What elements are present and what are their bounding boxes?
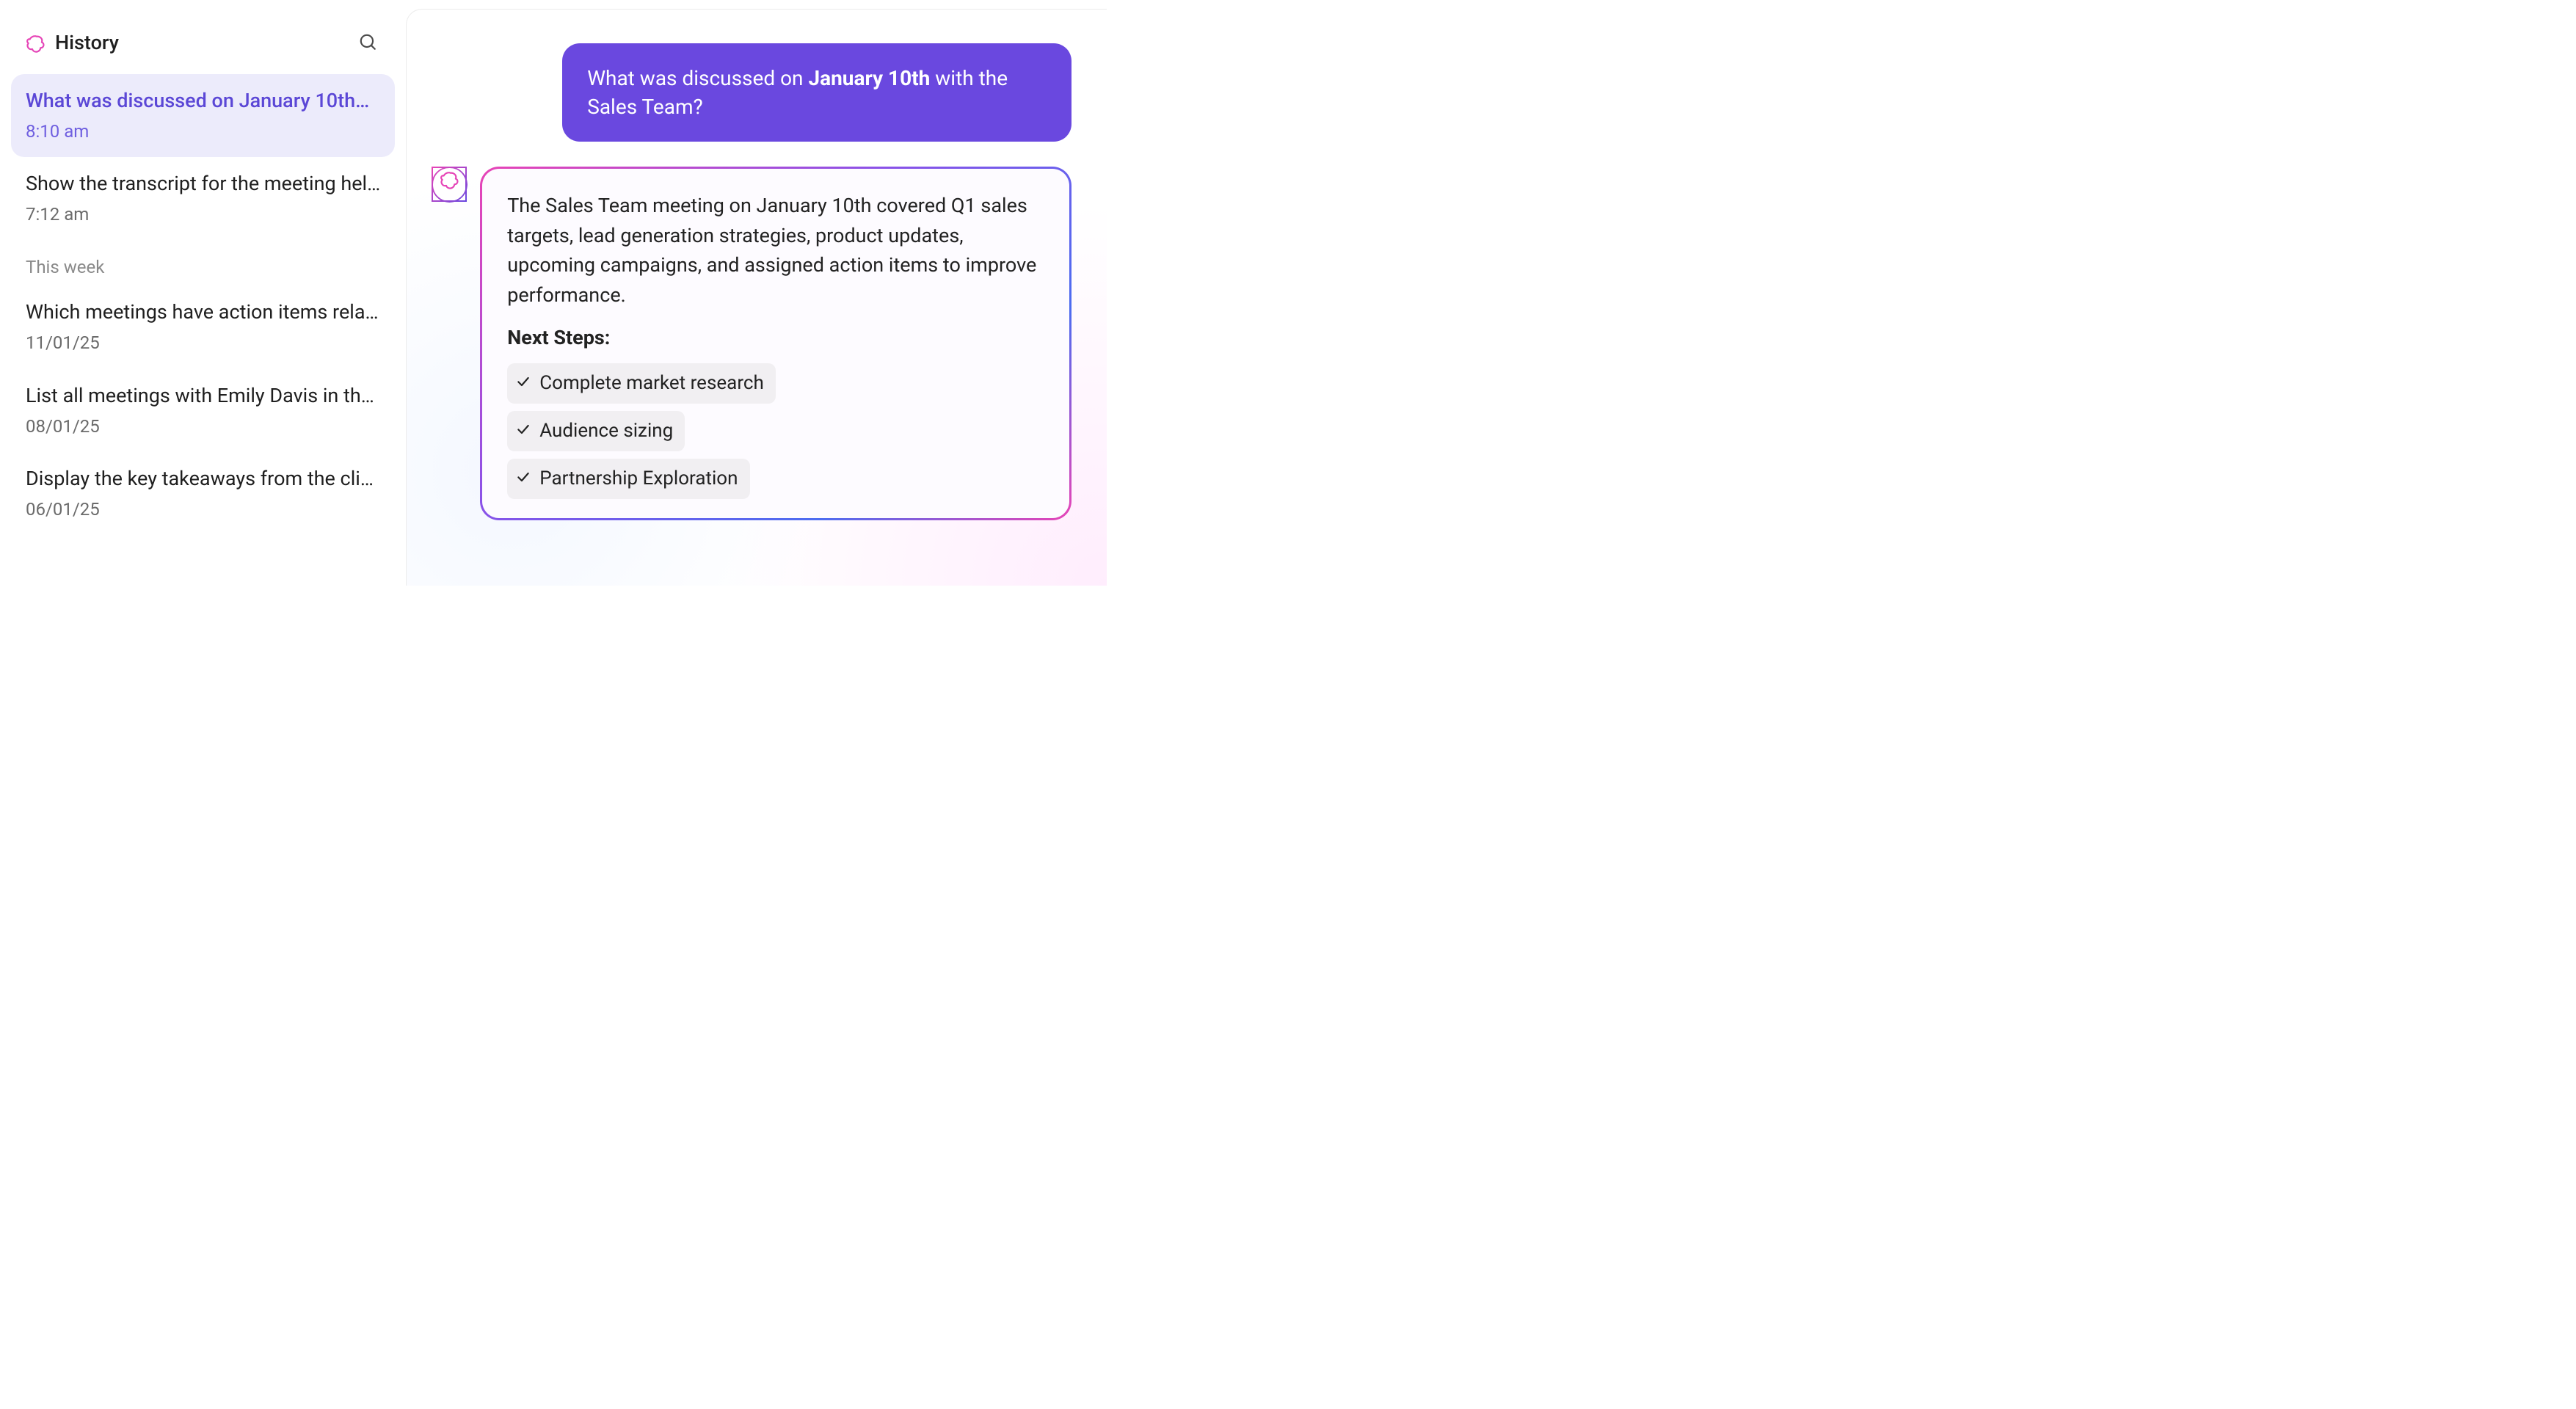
next-step-label: Complete market research <box>539 369 764 398</box>
assistant-message-bubble: The Sales Team meeting on January 10th c… <box>482 169 1069 518</box>
history-item[interactable]: List all meetings with Emily Davis in th… <box>11 369 395 452</box>
history-item-title: Which meetings have action items rela… <box>26 299 380 327</box>
history-item[interactable]: Show the transcript for the meeting hel…… <box>11 157 395 240</box>
sidebar-title: History <box>55 29 354 57</box>
user-message-text-bold: January 10th <box>808 66 930 90</box>
next-step-chip[interactable]: Complete market research <box>507 363 776 404</box>
history-item-time: 06/01/25 <box>26 498 380 523</box>
user-message-text-prefix: What was discussed on <box>587 66 808 90</box>
assistant-reply-row: The Sales Team meeting on January 10th c… <box>432 167 1071 520</box>
chat-panel: What was discussed on January 10th with … <box>406 9 1107 586</box>
history-list: What was discussed on January 10th… 8:10… <box>11 74 395 536</box>
assistant-avatar <box>432 167 467 202</box>
sidebar-header: History <box>11 28 395 74</box>
history-item-time: 8:10 am <box>26 120 380 145</box>
swirl-logo-icon <box>26 34 45 53</box>
check-icon <box>516 465 531 493</box>
history-item-title: What was discussed on January 10th… <box>26 87 380 115</box>
history-item-time: 11/01/25 <box>26 331 380 356</box>
assistant-bubble-border: The Sales Team meeting on January 10th c… <box>480 167 1071 520</box>
history-item[interactable]: Display the key takeaways from the cli… … <box>11 452 395 535</box>
history-item-title: Display the key takeaways from the cli… <box>26 465 380 493</box>
next-step-chip[interactable]: Partnership Exploration <box>507 459 749 499</box>
next-steps-list: Complete market research Audience sizing… <box>507 363 1044 499</box>
history-item[interactable]: What was discussed on January 10th… 8:10… <box>11 74 395 157</box>
history-item-title: List all meetings with Emily Davis in th… <box>26 382 380 410</box>
next-steps-heading: Next Steps: <box>507 323 1044 353</box>
history-item-time: 7:12 am <box>26 203 380 227</box>
user-message-bubble: What was discussed on January 10th with … <box>562 43 1071 142</box>
history-section-label: This week <box>11 241 395 286</box>
next-step-label: Audience sizing <box>539 417 673 445</box>
check-icon <box>516 417 531 445</box>
history-item[interactable]: Which meetings have action items rela… 1… <box>11 285 395 368</box>
swirl-logo-icon <box>440 170 459 198</box>
next-step-chip[interactable]: Audience sizing <box>507 411 685 451</box>
next-step-label: Partnership Exploration <box>539 465 738 493</box>
history-item-title: Show the transcript for the meeting hel… <box>26 170 380 198</box>
search-icon <box>358 32 377 54</box>
search-button[interactable] <box>354 28 382 58</box>
history-item-time: 08/01/25 <box>26 415 380 440</box>
check-icon <box>516 369 531 398</box>
history-sidebar: History What was discussed on January 10… <box>0 0 406 586</box>
assistant-summary-text: The Sales Team meeting on January 10th c… <box>507 191 1044 310</box>
